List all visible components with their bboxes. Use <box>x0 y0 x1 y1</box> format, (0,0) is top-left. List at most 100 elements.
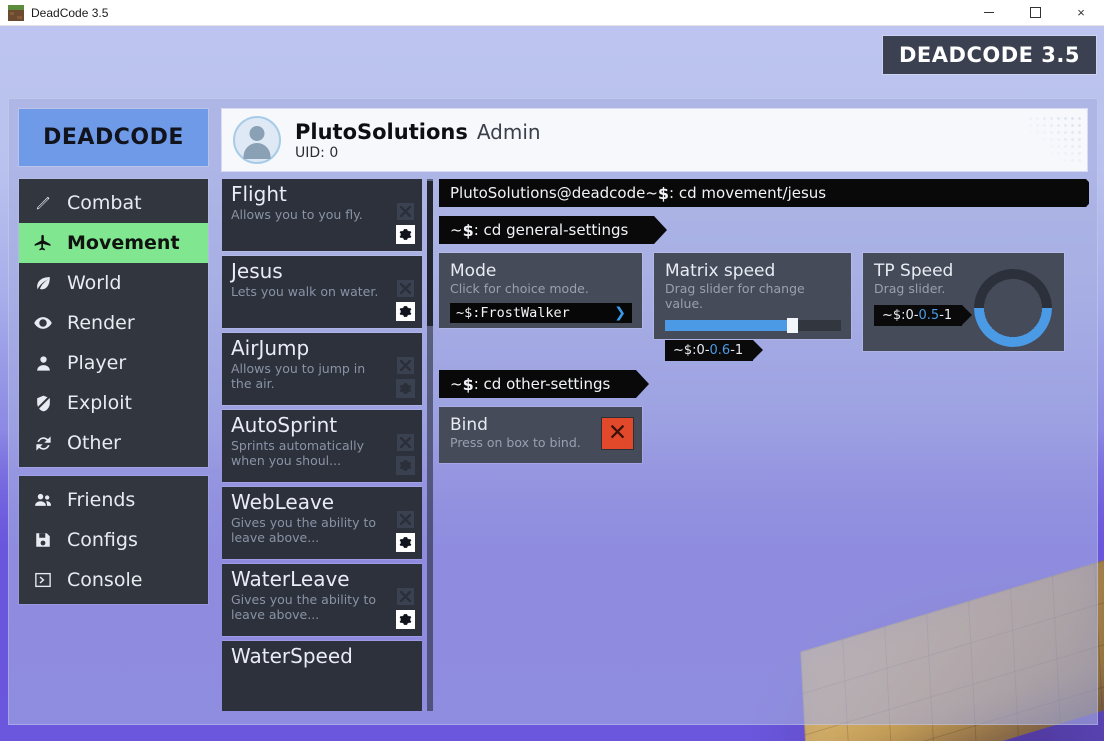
module-title: WaterLeave <box>231 567 350 591</box>
slider-knob[interactable] <box>786 318 798 333</box>
sidebar-item-label: Friends <box>67 489 136 511</box>
sidebar-item-label: Player <box>67 352 127 374</box>
module-settings-gear-icon[interactable] <box>396 533 415 552</box>
value-prefix: ~$: <box>882 308 906 323</box>
sidebar-item-player[interactable]: Player <box>19 343 208 383</box>
module-card-autosprint[interactable]: AutoSprint Sprints automatically when yo… <box>222 410 422 482</box>
module-settings-gear-icon[interactable] <box>396 302 415 321</box>
other-settings-header: ~ $ : cd other-settings <box>439 370 650 398</box>
module-description: Allows you to you fly. <box>231 207 363 222</box>
value-min: 0 <box>696 343 705 358</box>
module-card-flight[interactable]: Flight Allows you to you fly. <box>222 179 422 251</box>
mode-value-prefix: ~$: <box>456 305 481 321</box>
module-toggle-checkbox[interactable] <box>397 357 414 374</box>
module-title: WaterSpeed <box>231 644 353 668</box>
setting-card-bind: Bind Press on box to bind. ✕ <box>439 407 642 463</box>
general-settings-header: ~ $ : cd general-settings <box>439 216 668 244</box>
module-title: Flight <box>231 182 287 206</box>
people-icon <box>33 490 53 510</box>
module-title: Jesus <box>231 259 283 283</box>
sidebar-item-console[interactable]: Console <box>19 560 208 600</box>
module-description: Gives you the ability to leave above... <box>231 515 376 545</box>
sidebar-item-world[interactable]: World <box>19 263 208 303</box>
bind-key-button[interactable]: ✕ <box>602 418 633 449</box>
user-uid: UID: 0 <box>295 144 339 161</box>
module-card-airjump[interactable]: AirJump Allows you to jump in the air. <box>222 333 422 405</box>
tp-speed-dial[interactable] <box>974 269 1052 347</box>
refresh-icon <box>33 433 53 453</box>
module-card-jesus[interactable]: Jesus Lets you walk on water. <box>222 256 422 328</box>
sidebar-item-render[interactable]: Render <box>19 303 208 343</box>
sidebar-item-friends[interactable]: Friends <box>19 480 208 520</box>
module-settings-gear-icon[interactable] <box>396 456 415 475</box>
other-settings-text: : cd other-settings <box>473 375 611 393</box>
version-badge-label: DEADCODE 3.5 <box>898 43 1080 67</box>
sidebar-item-label: Console <box>67 569 143 591</box>
version-badge: DEADCODE 3.5 <box>882 36 1096 74</box>
module-description: Allows you to jump in the air. <box>231 361 366 391</box>
application-window: DeadCode 3.5 × DEADCODE 3.5 DEADCODE Plu… <box>0 0 1104 741</box>
module-settings-gear-icon[interactable] <box>396 610 415 629</box>
module-description: Sprints automatically when you shoul... <box>231 438 365 468</box>
sword-icon <box>33 193 53 213</box>
module-toggle-checkbox[interactable] <box>397 280 414 297</box>
terminal-icon <box>33 570 53 590</box>
window-title-bar: DeadCode 3.5 × <box>0 0 1104 26</box>
minecraft-grass-block-icon <box>8 4 24 21</box>
window-controls: × <box>966 0 1104 25</box>
module-title: AutoSprint <box>231 413 338 437</box>
close-button[interactable]: × <box>1058 0 1104 25</box>
sidebar-item-combat[interactable]: Combat <box>19 183 208 223</box>
sidebar-item-label: Movement <box>67 232 180 254</box>
sidebar-item-configs[interactable]: Configs <box>19 520 208 560</box>
module-list[interactable]: Flight Allows you to you fly. Jesus Lets… <box>222 179 422 711</box>
module-toggle-checkbox[interactable] <box>397 511 414 528</box>
module-settings-gear-icon[interactable] <box>396 379 415 398</box>
sidebar-item-other[interactable]: Other <box>19 423 208 463</box>
floppy-save-icon <box>33 530 53 550</box>
sidebar-categories: Combat Movement World Render Player Expl… <box>19 179 208 467</box>
bind-key-label: ✕ <box>607 420 628 446</box>
chevron-right-icon[interactable]: ❯ <box>614 305 626 321</box>
maximize-icon <box>1029 7 1041 18</box>
minimize-button[interactable] <box>966 0 1012 25</box>
other-settings-dollar: $ <box>462 374 474 394</box>
slider-fill <box>665 320 792 331</box>
general-settings-prefix: ~ <box>450 221 463 239</box>
module-card-waterspeed[interactable]: WaterSpeed <box>222 641 422 711</box>
module-description: Lets you walk on water. <box>231 284 379 299</box>
mode-select[interactable]: ~$: FrostWalker ❯ <box>450 303 632 323</box>
general-settings-dollar: $ <box>462 220 474 240</box>
setting-subtitle: Drag slider for change value. <box>665 281 805 311</box>
minimize-icon <box>984 12 994 13</box>
sidebar-item-movement[interactable]: Movement <box>19 223 208 263</box>
breadcrumb-command: : cd movement/jesus <box>669 184 827 202</box>
module-title: AirJump <box>231 336 310 360</box>
shield-icon <box>33 393 53 413</box>
other-settings-prefix: ~ <box>450 375 463 393</box>
client-panel: DEADCODE PlutoSolutions Admin UID: 0 Com… <box>8 98 1098 725</box>
user-avatar-icon <box>233 116 281 164</box>
module-description: Gives you the ability to leave above... <box>231 592 376 622</box>
module-settings-gear-icon[interactable] <box>396 225 415 244</box>
maximize-button[interactable] <box>1012 0 1058 25</box>
setting-title: Matrix speed <box>665 261 776 281</box>
sidebar-item-label: Configs <box>67 529 138 551</box>
general-settings-text: : cd general-settings <box>473 221 629 239</box>
user-role: Admin <box>476 119 541 144</box>
matrix-speed-value-tag: ~$: 0-0.6-1 <box>665 340 764 361</box>
sidebar-item-exploit[interactable]: Exploit <box>19 383 208 423</box>
module-toggle-checkbox[interactable] <box>397 203 414 220</box>
setting-title: Mode <box>450 261 497 281</box>
matrix-speed-slider[interactable] <box>665 318 841 333</box>
value-current: 0.6 <box>709 343 731 358</box>
module-list-scrollbar-thumb[interactable] <box>427 181 433 326</box>
module-toggle-checkbox[interactable] <box>397 588 414 605</box>
module-card-waterleave[interactable]: WaterLeave Gives you the ability to leav… <box>222 564 422 636</box>
module-card-webleave[interactable]: WebLeave Gives you the ability to leave … <box>222 487 422 559</box>
settings-panel: PlutoSolutions@deadcode~ $ : cd movement… <box>439 179 1089 711</box>
user-name: PlutoSolutions <box>295 119 468 144</box>
module-toggle-checkbox[interactable] <box>397 434 414 451</box>
module-title: WebLeave <box>231 490 335 514</box>
sidebar-tools: Friends Configs Console <box>19 476 208 604</box>
